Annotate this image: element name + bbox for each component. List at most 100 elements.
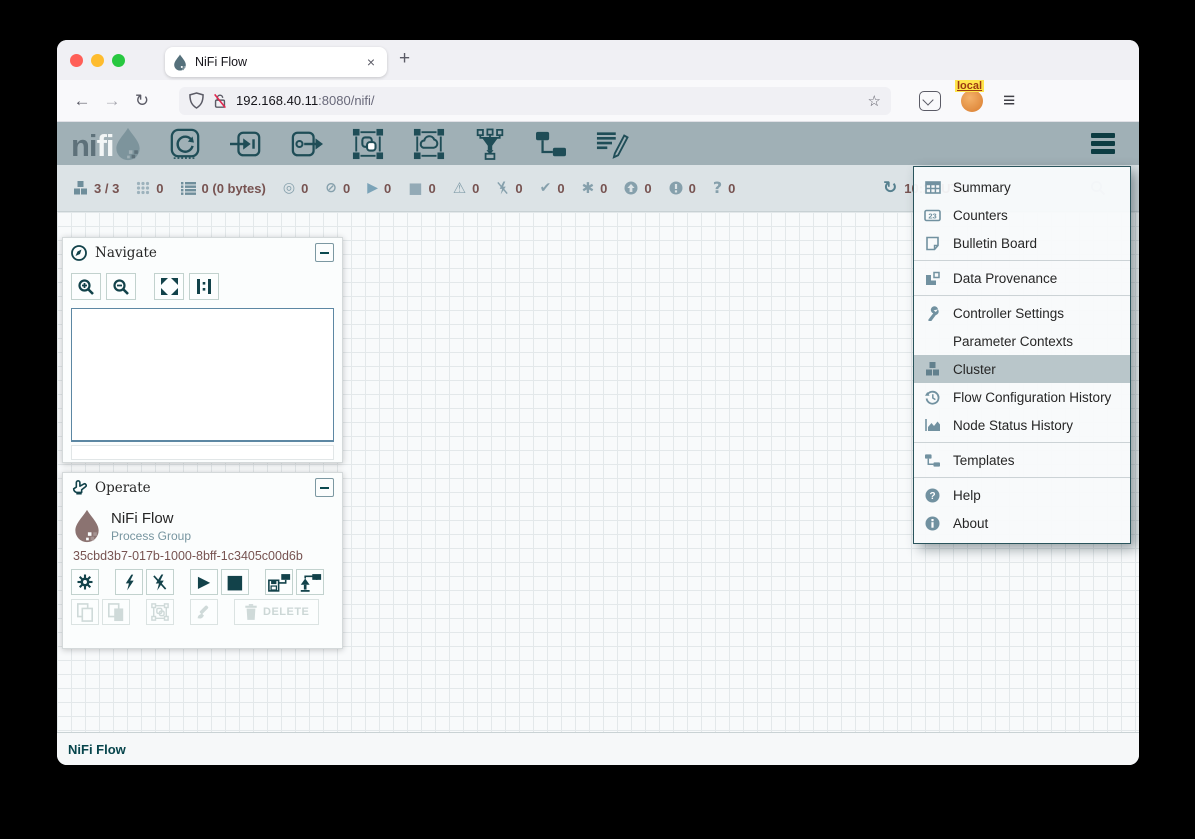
- menu-label: Node Status History: [953, 418, 1073, 433]
- menu-item-summary[interactable]: Summary: [914, 173, 1130, 201]
- enable-button[interactable]: [115, 569, 143, 595]
- account-avatar[interactable]: local: [961, 90, 983, 112]
- running-count: 0: [384, 181, 391, 196]
- shield-icon[interactable]: [189, 92, 204, 109]
- component-palette: [168, 127, 629, 161]
- transmitting-count: 0: [301, 181, 308, 196]
- pocket-icon[interactable]: [919, 91, 941, 111]
- navigate-tools: [63, 267, 342, 304]
- forward-button[interactable]: →: [97, 91, 127, 111]
- zoom-actual-size-button[interactable]: [189, 273, 219, 300]
- close-tab-icon[interactable]: ×: [363, 54, 379, 70]
- start-button[interactable]: ▶: [190, 569, 218, 595]
- info-icon: [924, 516, 941, 531]
- upload-template-button[interactable]: [296, 569, 324, 595]
- collapse-navigate-button[interactable]: [315, 243, 334, 262]
- stopped-count: 0: [428, 181, 435, 196]
- insecure-lock-icon[interactable]: [212, 93, 228, 109]
- menu-item-bulletin-board[interactable]: Bulletin Board: [914, 229, 1130, 257]
- bookmark-star-icon[interactable]: ☆: [868, 92, 881, 110]
- locally-modified-and-stale-status: 0: [669, 181, 696, 196]
- nifi-toolbar: nifi: [57, 122, 1139, 165]
- running-icon: ▶: [367, 181, 378, 195]
- configuration-button[interactable]: [71, 569, 99, 595]
- compass-icon: [71, 245, 87, 261]
- stop-button[interactable]: ■: [221, 569, 249, 595]
- zoom-fit-button[interactable]: [154, 273, 184, 300]
- component-id: 35cbd3b7-017b-1000-8bff-1c3405c00d6b: [63, 545, 342, 569]
- chart-icon: [924, 418, 941, 432]
- menu-label: Summary: [953, 180, 1011, 195]
- operate-panel: Operate NiFi Flow Process Group 35cbd3b7…: [62, 472, 343, 649]
- sync-failure-count: 0: [728, 181, 735, 196]
- up-to-date-count: 0: [557, 181, 564, 196]
- locally-modified-and-stale-count: 0: [689, 181, 696, 196]
- browser-right-icons: local ≡: [919, 89, 1015, 113]
- not-transmitting-icon: ⊘: [325, 181, 337, 195]
- breadcrumb-root[interactable]: NiFi Flow: [68, 742, 126, 757]
- stopped-icon: ■: [408, 181, 422, 196]
- menu-item-controller-settings[interactable]: Controller Settings: [914, 299, 1130, 327]
- url-text[interactable]: 192.168.40.11:8080/nifi/: [236, 93, 868, 108]
- label-component[interactable]: [595, 127, 629, 161]
- menu-label: About: [953, 516, 988, 531]
- zoom-in-button[interactable]: [71, 273, 101, 300]
- wrench-icon: [924, 306, 941, 321]
- disabled-icon: [496, 181, 509, 195]
- browser-tab[interactable]: NiFi Flow ×: [165, 47, 387, 77]
- minimize-window-button[interactable]: [91, 54, 104, 67]
- template-component[interactable]: [534, 127, 568, 161]
- disabled-count: 0: [515, 181, 522, 196]
- menu-item-cluster[interactable]: Cluster: [914, 355, 1130, 383]
- menu-item-counters[interactable]: 23 Counters: [914, 201, 1130, 229]
- play-icon: ▶: [198, 574, 210, 590]
- disable-button[interactable]: [146, 569, 174, 595]
- summary-table-icon: [924, 180, 941, 195]
- birdseye-minimap[interactable]: [71, 308, 334, 442]
- birdseye-footer: [71, 445, 334, 460]
- process-group-component[interactable]: [351, 127, 385, 161]
- upload-template-icon: [299, 573, 322, 592]
- templates-icon: [924, 453, 941, 468]
- global-menu-button[interactable]: [1091, 133, 1125, 154]
- menu-item-templates[interactable]: Templates: [914, 446, 1130, 474]
- stale-icon: [624, 181, 638, 195]
- menu-item-about[interactable]: About: [914, 509, 1130, 537]
- up-to-date-status: ✔ 0: [540, 181, 565, 196]
- remote-process-group-component[interactable]: [412, 127, 446, 161]
- funnel-component[interactable]: [473, 127, 507, 161]
- menu-item-flow-configuration-history[interactable]: Flow Configuration History: [914, 383, 1130, 411]
- close-window-button[interactable]: [70, 54, 83, 67]
- save-template-button[interactable]: [265, 569, 293, 595]
- group-button[interactable]: [146, 599, 174, 625]
- brush-icon: [195, 603, 213, 621]
- menu-label: Cluster: [953, 362, 996, 377]
- copy-button[interactable]: [71, 599, 99, 625]
- paste-button[interactable]: [102, 599, 130, 625]
- fill-color-button[interactable]: [190, 599, 218, 625]
- delete-button[interactable]: DELETE: [234, 599, 319, 625]
- url-bar[interactable]: 192.168.40.11:8080/nifi/ ☆: [179, 87, 891, 115]
- browser-menu-icon[interactable]: ≡: [1003, 89, 1015, 113]
- processor-component[interactable]: [168, 127, 202, 161]
- collapse-operate-button[interactable]: [315, 478, 334, 497]
- zoom-window-button[interactable]: [112, 54, 125, 67]
- menu-divider: [914, 260, 1130, 261]
- menu-item-node-status-history[interactable]: Node Status History: [914, 411, 1130, 439]
- output-port-component[interactable]: [290, 127, 324, 161]
- menu-item-parameter-contexts[interactable]: Parameter Contexts: [914, 327, 1130, 355]
- cluster-status: 3 / 3: [73, 181, 119, 196]
- refresh-icon[interactable]: ↻: [883, 180, 897, 197]
- operate-header: Operate: [63, 473, 342, 502]
- menu-item-data-provenance[interactable]: Data Provenance: [914, 264, 1130, 292]
- menu-label: Data Provenance: [953, 271, 1057, 286]
- save-template-icon: [268, 573, 291, 592]
- new-tab-button[interactable]: +: [399, 48, 410, 70]
- navigate-panel: Navigate: [62, 237, 343, 463]
- back-button[interactable]: ←: [67, 91, 97, 111]
- menu-item-help[interactable]: ? Help: [914, 481, 1130, 509]
- trash-icon: [244, 604, 258, 620]
- reload-button[interactable]: ↻: [127, 91, 157, 111]
- input-port-component[interactable]: [229, 127, 263, 161]
- zoom-out-button[interactable]: [106, 273, 136, 300]
